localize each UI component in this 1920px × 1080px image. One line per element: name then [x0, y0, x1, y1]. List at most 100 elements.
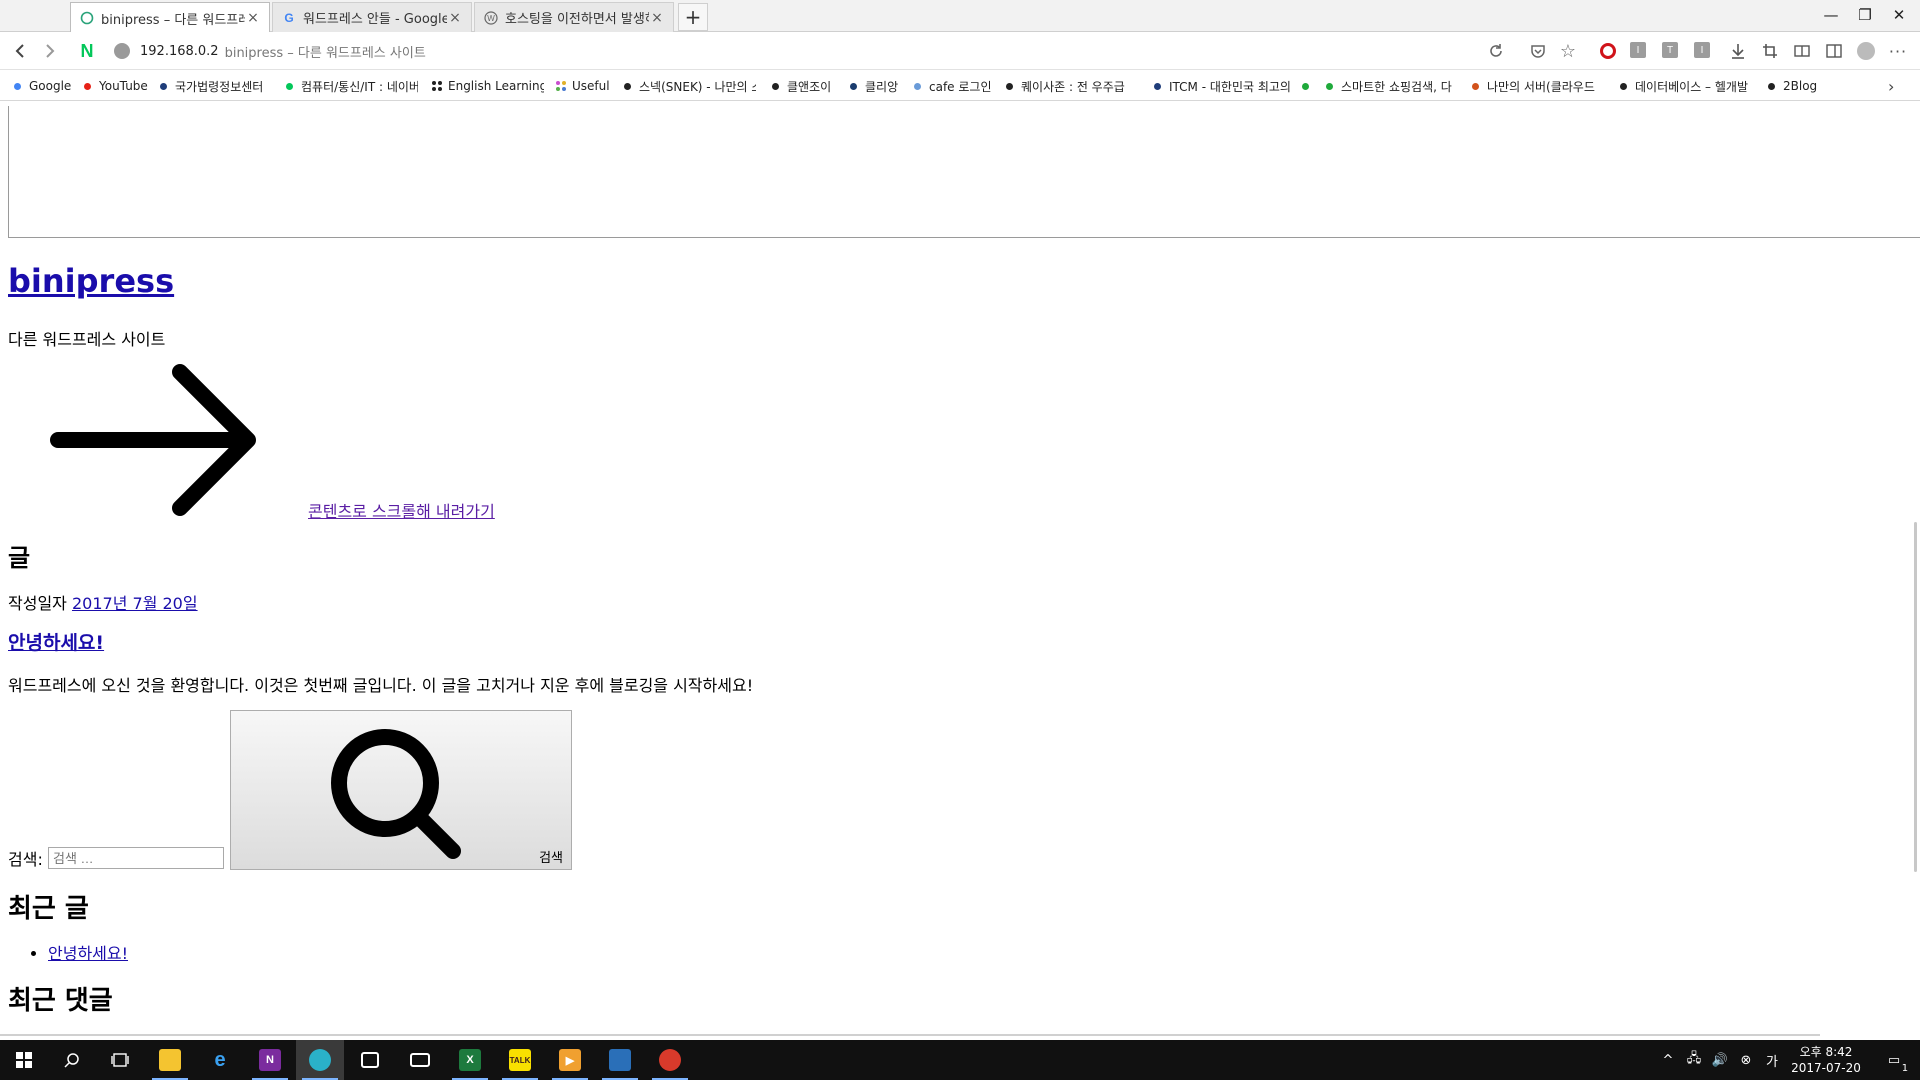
- show-hidden-icons-button[interactable]: ^: [1658, 1040, 1678, 1080]
- close-icon[interactable]: ×: [447, 10, 463, 26]
- bookmarks-overflow-button[interactable]: ›: [1888, 71, 1908, 101]
- bookmark-google[interactable]: Google: [14, 71, 76, 101]
- site-title-link[interactable]: binipress: [8, 262, 174, 300]
- tab-hosting-article[interactable]: W 호스팅을 이전하면서 발생하 ×: [474, 2, 674, 32]
- media-player-taskbar-button[interactable]: ▶: [546, 1040, 594, 1080]
- bookmark-cleanjoy[interactable]: 클앤조이: [772, 71, 842, 101]
- close-icon[interactable]: ×: [245, 10, 261, 26]
- vertical-scrollbar[interactable]: [1914, 522, 1917, 872]
- start-button[interactable]: [0, 1040, 48, 1080]
- bookmark-icon: [1302, 82, 1309, 90]
- tab-google-search[interactable]: G 워드프레스 안들 - Google 검색 ×: [272, 2, 472, 32]
- search-button[interactable]: [48, 1040, 96, 1080]
- bookmark-clien[interactable]: 클리앙: [850, 71, 906, 101]
- whale-browser-taskbar-button[interactable]: [296, 1040, 344, 1080]
- search-submit-button[interactable]: 검색: [230, 710, 572, 870]
- kakaotalk-taskbar-button[interactable]: TALK: [496, 1040, 544, 1080]
- ime-tray-button[interactable]: 가: [1760, 1040, 1784, 1080]
- bookmark-folder-english-learning[interactable]: English Learning: [432, 71, 544, 101]
- search-button-label: 검색: [539, 851, 563, 866]
- youtube-icon: [84, 82, 91, 90]
- reload-button[interactable]: [1484, 39, 1508, 63]
- cleanjoy-icon: [772, 82, 779, 90]
- tab-strip: binipress – 다른 워드프레스 × G 워드프레스 안들 - Goog…: [0, 0, 1920, 33]
- bookmark-naver-it[interactable]: 컴퓨터/통신/IT : 네이버: [286, 71, 418, 101]
- snake-app-taskbar-button[interactable]: [646, 1040, 694, 1080]
- whale-icon: [309, 1049, 331, 1071]
- bookmark-my-server[interactable]: 나만의 서버(클라우드: [1472, 71, 1606, 101]
- capture-button[interactable]: [1758, 39, 1782, 63]
- search-label: 검색:: [8, 850, 43, 869]
- action-center-button[interactable]: ▭ 1: [1876, 1040, 1912, 1080]
- extension-i-icon[interactable]: I: [1630, 42, 1646, 58]
- profile-button[interactable]: [1854, 39, 1878, 63]
- opera-button[interactable]: [1596, 39, 1620, 63]
- address-bar[interactable]: 192.168.0.2 binipress – 다른 워드프레스 사이트: [110, 37, 1490, 65]
- new-tab-button[interactable]: +: [678, 3, 708, 31]
- tab-title: binipress – 다른 워드프레스: [101, 12, 245, 28]
- network-icon: 🖧: [1686, 1051, 1702, 1066]
- google-g-icon: G: [284, 10, 294, 25]
- file-explorer-taskbar-button[interactable]: [146, 1040, 194, 1080]
- close-icon[interactable]: ×: [649, 10, 665, 26]
- ime-korean-icon: 가: [1766, 1054, 1778, 1070]
- posted-on-label: 작성일자: [8, 594, 67, 613]
- search-icon: [64, 1053, 79, 1068]
- excel-taskbar-button[interactable]: X: [446, 1040, 494, 1080]
- back-button[interactable]: [8, 39, 32, 63]
- bookmarks-bar: Google YouTube 국가법령정보센터 컴퓨터/통신/IT : 네이버 …: [0, 71, 1920, 101]
- custom-header-area: [8, 106, 1920, 238]
- naver-home-button[interactable]: N: [76, 40, 98, 62]
- bookmark-unnamed[interactable]: [1302, 71, 1316, 101]
- speaker-icon: 🔊: [1711, 1052, 1729, 1068]
- bookmark-smart-shopping[interactable]: 스마트한 쇼핑검색, 다: [1326, 71, 1460, 101]
- pocket-button[interactable]: [1526, 39, 1550, 63]
- remote-desktop-icon: [609, 1049, 631, 1071]
- scroll-to-content-link[interactable]: 콘텐츠로 스크롤해 내려가기: [308, 498, 495, 522]
- snake-icon: [659, 1049, 681, 1071]
- edge-taskbar-button[interactable]: e: [196, 1040, 244, 1080]
- recent-post-link[interactable]: 안녕하세요!: [48, 944, 128, 963]
- sidebar-button[interactable]: [1822, 39, 1846, 63]
- post-date-link[interactable]: 2017년 7월 20일: [72, 594, 198, 613]
- folder-icon: [159, 1049, 181, 1071]
- horizontal-scrollbar[interactable]: [0, 1034, 1820, 1036]
- post-title-link[interactable]: 안녕하세요!: [8, 628, 104, 655]
- bookmark-star-button[interactable]: ☆: [1556, 39, 1580, 63]
- menu-button[interactable]: ···: [1886, 39, 1910, 63]
- forward-button[interactable]: [38, 39, 62, 63]
- bookmark-quasarzone[interactable]: 퀘이사존 : 전 우주급: [1006, 71, 1136, 101]
- store-taskbar-button[interactable]: [346, 1040, 394, 1080]
- sidebar-icon: [1826, 44, 1842, 58]
- bookmark-snek[interactable]: 스넥(SNEK) - 나만의 스: [624, 71, 756, 101]
- onenote-taskbar-button[interactable]: N: [246, 1040, 294, 1080]
- extension-i2-icon[interactable]: I: [1694, 42, 1710, 58]
- bookmark-law-center[interactable]: 국가법령정보센터: [160, 71, 278, 101]
- search-input[interactable]: [48, 847, 224, 869]
- bookmark-label: YouTube: [99, 79, 148, 93]
- bookmark-label: cafe 로그인: [929, 79, 992, 94]
- book-icon: [1794, 45, 1810, 57]
- bookmark-database[interactable]: 데이터베이스 – 헬개발: [1620, 71, 1758, 101]
- site-info-icon[interactable]: [114, 43, 130, 59]
- download-button[interactable]: [1726, 39, 1750, 63]
- address-page-title: binipress – 다른 워드프레스 사이트: [224, 45, 426, 61]
- bookmark-youtube[interactable]: YouTube: [84, 71, 154, 101]
- extension-t-icon[interactable]: T: [1662, 42, 1678, 58]
- bookmark-2blog[interactable]: 2Blog: [1768, 71, 1828, 101]
- forward-arrow-icon: [46, 44, 55, 58]
- bookmark-itcm[interactable]: ITCM - 대한민국 최고의: [1154, 71, 1290, 101]
- bookmark-cafe-login[interactable]: cafe 로그인: [914, 71, 1000, 101]
- tray-app-button[interactable]: ⊗: [1734, 1040, 1758, 1080]
- mail-taskbar-button[interactable]: [396, 1040, 444, 1080]
- reader-button[interactable]: [1790, 39, 1814, 63]
- remote-app-taskbar-button[interactable]: [596, 1040, 644, 1080]
- volume-tray-button[interactable]: 🔊: [1708, 1040, 1732, 1080]
- taskbar-clock[interactable]: 오후 8:42 2017-07-20: [1784, 1040, 1868, 1080]
- task-view-button[interactable]: [96, 1040, 144, 1080]
- close-window-button[interactable]: ✕: [1876, 0, 1920, 30]
- kakaotalk-icon: TALK: [509, 1049, 531, 1071]
- tab-binipress[interactable]: binipress – 다른 워드프레스 ×: [70, 2, 270, 33]
- network-tray-button[interactable]: 🖧: [1682, 1040, 1706, 1080]
- bookmark-folder-useful[interactable]: Useful: [556, 71, 612, 101]
